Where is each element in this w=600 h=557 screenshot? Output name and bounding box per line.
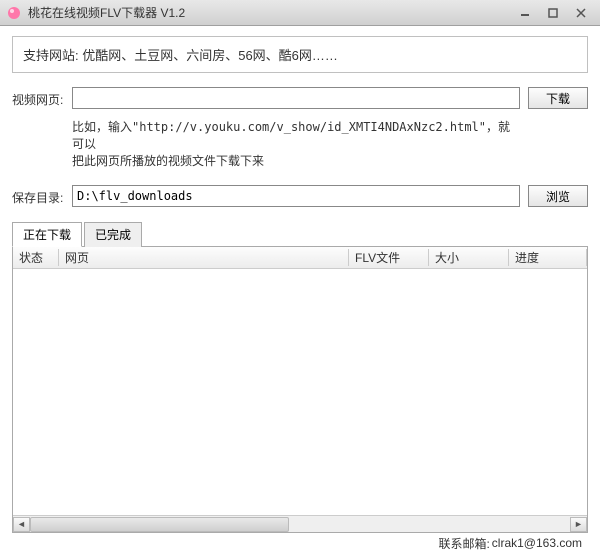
tab-bar: 正在下载 已完成 [12,221,588,247]
contact-email: clrak1@163.com [492,536,582,550]
window-title: 桃花在线视频FLV下载器 V1.2 [28,4,510,21]
th-status[interactable]: 状态 [13,249,59,266]
table-body [13,269,587,515]
th-flvfile[interactable]: FLV文件 [349,249,429,266]
app-icon [6,5,22,21]
contact-label: 联系邮箱: [438,535,489,552]
scroll-left-arrow[interactable]: ◄ [13,517,30,532]
save-dir-label: 保存目录: [12,185,72,206]
supported-sites-text: 支持网站: 优酷网、土豆网、六间房、56网、酷6网…… [23,48,338,63]
close-button[interactable] [568,4,594,22]
scroll-thumb[interactable] [30,517,289,532]
save-dir-input[interactable] [72,185,520,207]
title-bar: 桃花在线视频FLV下载器 V1.2 [0,0,600,26]
video-url-label: 视频网页: [12,87,72,108]
th-size[interactable]: 大小 [429,249,509,266]
tab-downloading[interactable]: 正在下载 [12,222,82,247]
download-button[interactable]: 下载 [528,87,588,109]
maximize-button[interactable] [540,4,566,22]
video-url-hint: 比如，输入"http://v.youku.com/v_show/id_XMTI4… [72,115,520,179]
scroll-right-arrow[interactable]: ► [570,517,587,532]
th-webpage[interactable]: 网页 [59,249,349,266]
table-header: 状态 网页 FLV文件 大小 进度 [13,247,587,269]
th-progress[interactable]: 进度 [509,249,587,266]
status-bar: 联系邮箱: clrak1@163.com [12,533,588,553]
horizontal-scrollbar[interactable]: ◄ ► [13,515,587,532]
tab-completed[interactable]: 已完成 [84,222,142,247]
downloads-table: 状态 网页 FLV文件 大小 进度 ◄ ► [12,247,588,533]
supported-sites-box: 支持网站: 优酷网、土豆网、六间房、56网、酷6网…… [12,36,588,73]
minimize-button[interactable] [512,4,538,22]
video-url-input[interactable] [72,87,520,109]
browse-button[interactable]: 浏览 [528,185,588,207]
